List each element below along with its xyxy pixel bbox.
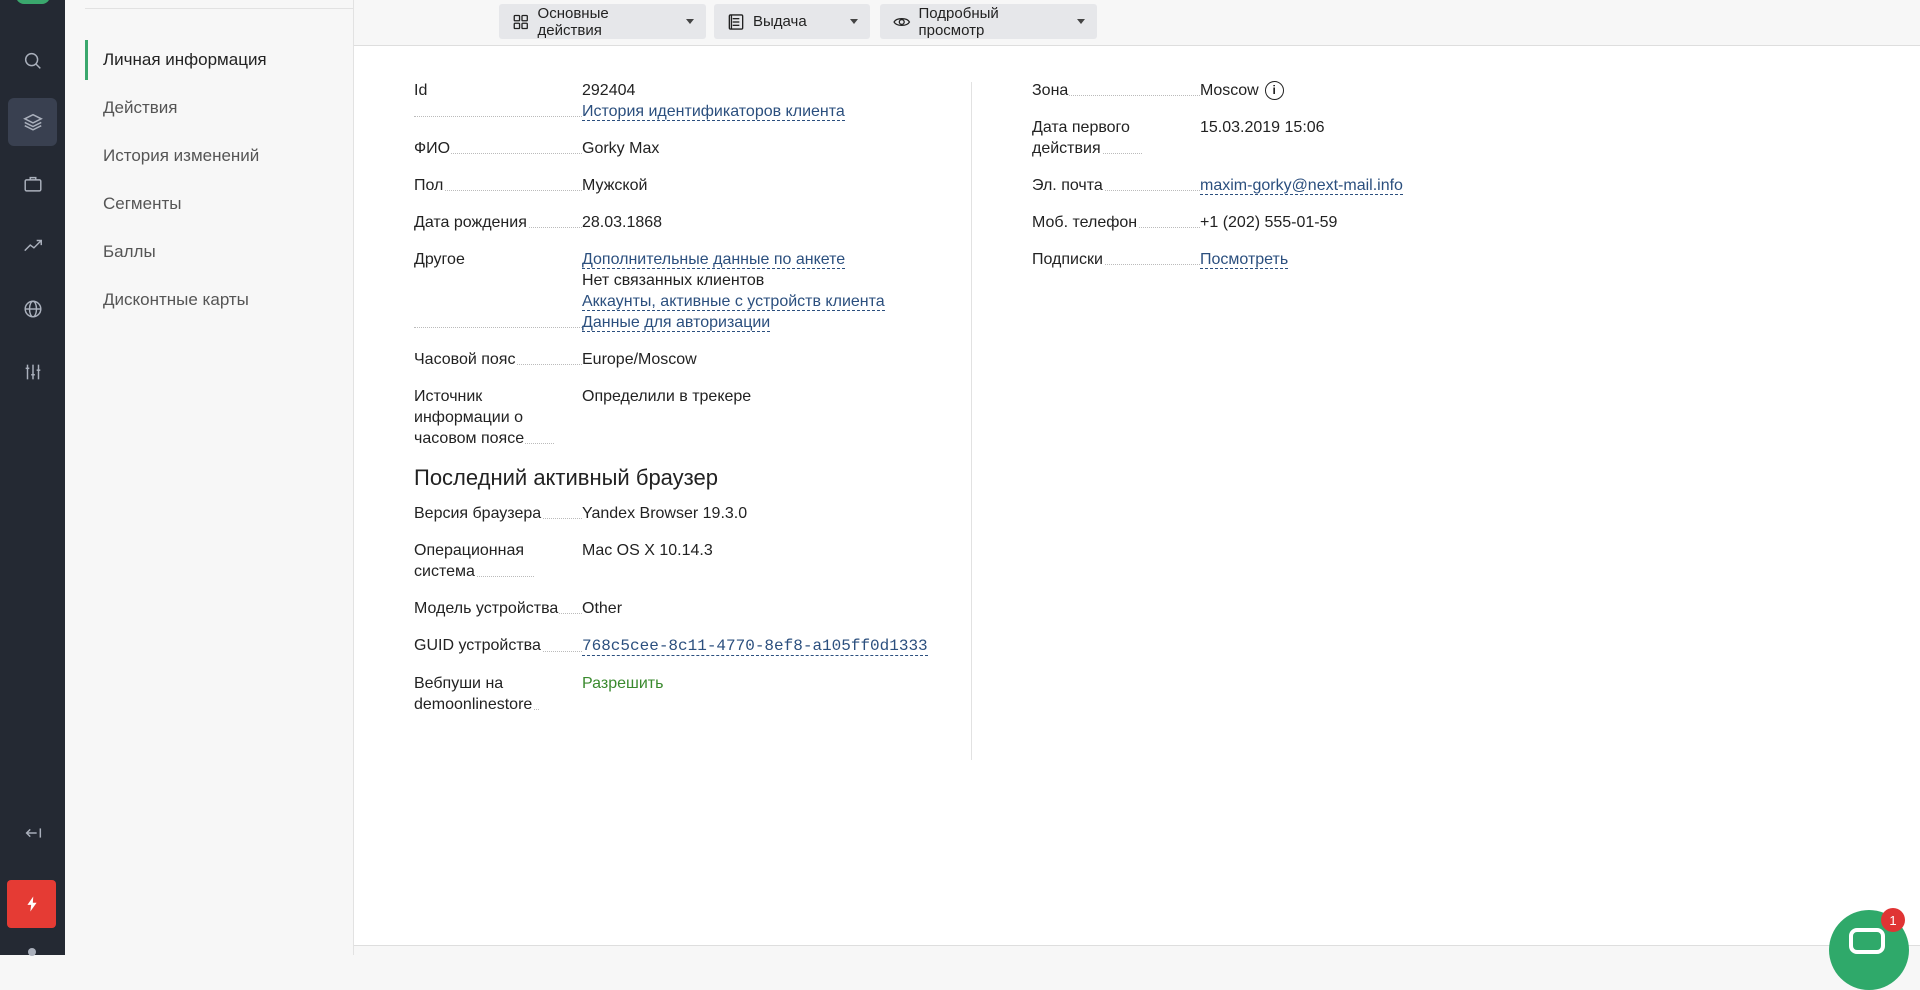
field-label: Эл. почта (1032, 177, 1104, 194)
briefcase-icon[interactable] (8, 160, 57, 208)
field-subscriptions: Подписки Посмотреть (1032, 249, 1532, 270)
trend-chart-icon[interactable] (8, 222, 57, 270)
field-timezone-source: Источник информации о часовом поясе Опре… (414, 386, 944, 449)
field-value: Gorky Max (582, 140, 660, 157)
right-column: Зона Moscow i Дата первого действия 15.03… (1032, 80, 1532, 286)
field-device-model: Модель устройства Other (414, 598, 944, 619)
field-label: Другое (414, 251, 466, 268)
left-column: Id 292404 История идентификаторов клиент… (414, 80, 944, 731)
field-label: Операционная система (414, 542, 525, 580)
field-webpush: Вебпуши на demoonlinestore Разрешить (414, 673, 944, 715)
field-label: Версия браузера (414, 505, 543, 522)
globe-icon[interactable] (8, 285, 57, 333)
field-zone: Зона Moscow i (1032, 80, 1532, 101)
field-label: ФИО (414, 140, 452, 157)
chat-widget-button[interactable]: 1 (1829, 908, 1909, 990)
app-rail (0, 0, 65, 956)
field-first-action-date: Дата первого действия 15.03.2019 15:06 (1032, 117, 1532, 159)
chat-icon (1849, 928, 1885, 954)
field-value: Moscow (1200, 82, 1259, 99)
auth-data-link[interactable]: Данные для авторизации (582, 314, 771, 332)
divider (354, 945, 1920, 946)
field-value: 15.03.2019 15:06 (1200, 119, 1325, 136)
nav-item-personal-info[interactable]: Личная информация (85, 40, 345, 80)
field-value: 28.03.1868 (582, 214, 663, 231)
nav-item-discount-cards[interactable]: Дисконтные карты (85, 280, 345, 320)
field-device-guid: GUID устройства 768c5cee-8c11-4770-8ef8-… (414, 635, 944, 657)
field-id: Id 292404 История идентификаторов клиент… (414, 80, 944, 122)
field-sex: Пол Мужской (414, 175, 944, 196)
field-label: Пол (414, 177, 445, 194)
field-label: GUID устройства (414, 637, 542, 654)
sliders-icon[interactable] (8, 348, 57, 396)
field-email: Эл. почта maxim-gorky@next-mail.info (1032, 175, 1532, 196)
field-label: Дата рождения (414, 214, 528, 231)
chevron-down-icon (686, 19, 694, 24)
field-value: Yandex Browser 19.3.0 (582, 505, 748, 522)
allow-webpush-link[interactable]: Разрешить (582, 675, 663, 692)
list-document-icon (728, 13, 744, 30)
browser-section-title: Последний активный браузер (414, 465, 718, 490)
chevron-down-icon (1077, 19, 1085, 24)
chevron-down-icon (850, 19, 858, 24)
field-label: Модель устройства (414, 600, 560, 617)
app-logo[interactable] (16, 0, 50, 4)
field-label: Вебпуши на demoonlinestore (414, 675, 534, 713)
search-icon[interactable] (8, 37, 57, 85)
field-label: Часовой пояс (414, 351, 517, 368)
field-value: 292404 (582, 82, 636, 99)
output-label: Выдача (753, 13, 807, 30)
detailed-view-button[interactable]: Подробный просмотр (880, 4, 1097, 39)
collapse-sidebar-icon[interactable] (8, 809, 57, 857)
field-phone: Моб. телефон +1 (202) 555-01-59 (1032, 212, 1532, 233)
field-value: Other (582, 600, 623, 617)
field-birth-date: Дата рождения 28.03.1868 (414, 212, 944, 233)
field-label: Id (414, 82, 429, 99)
device-accounts-link[interactable]: Аккаунты, активные с устройств клиента (582, 293, 885, 311)
field-os: Операционная система Mac OS X 10.14.3 (414, 540, 944, 582)
field-label: Источник информации о часовом поясе (414, 388, 526, 447)
field-label: Зона (1032, 82, 1070, 99)
field-label: Моб. телефон (1032, 214, 1139, 231)
field-label: Подписки (1032, 251, 1104, 268)
divider (85, 8, 353, 9)
field-value: Mac OS X 10.14.3 (582, 542, 713, 559)
email-link[interactable]: maxim-gorky@next-mail.info (1200, 177, 1403, 195)
main-actions-button[interactable]: Основные действия (499, 4, 706, 39)
nav-item-actions[interactable]: Действия (85, 88, 345, 128)
nav-item-points[interactable]: Баллы (85, 232, 345, 272)
view-subscriptions-link[interactable]: Посмотреть (1200, 251, 1289, 269)
field-other: Другое Дополнительные данные по анкете Н… (414, 249, 944, 333)
field-value: Europe/Moscow (582, 351, 697, 368)
field-value: Определили в трекере (582, 388, 752, 405)
unread-badge: 1 (1881, 908, 1905, 932)
no-linked-clients-text: Нет связанных клиентов (582, 272, 765, 289)
output-button[interactable]: Выдача (714, 4, 870, 39)
extra-data-link[interactable]: Дополнительные данные по анкете (582, 251, 846, 269)
section-nav: Личная информация Действия История измен… (65, 0, 354, 955)
id-history-link[interactable]: История идентификаторов клиента (582, 103, 845, 121)
toolbar: Основные действия Выдача Подробный просм… (354, 0, 1920, 46)
field-browser-version: Версия браузера Yandex Browser 19.3.0 (414, 503, 944, 524)
field-value: +1 (202) 555-01-59 (1200, 214, 1338, 231)
field-value: Мужской (582, 177, 648, 194)
field-label: Дата первого действия (1032, 119, 1130, 157)
lightning-icon[interactable] (7, 880, 56, 928)
eye-icon (893, 17, 911, 26)
nav-item-change-history[interactable]: История изменений (85, 136, 345, 176)
info-icon[interactable]: i (1264, 81, 1284, 101)
device-guid-link[interactable]: 768c5cee-8c11-4770-8ef8-a105ff0d1333 (582, 637, 928, 656)
column-divider (971, 82, 972, 760)
grid-icon (513, 14, 528, 29)
nav-item-segments[interactable]: Сегменты (85, 184, 345, 224)
field-name: ФИО Gorky Max (414, 138, 944, 159)
field-timezone: Часовой пояс Europe/Moscow (414, 349, 944, 370)
main-actions-label: Основные действия (537, 4, 609, 39)
detailed-view-label: Подробный просмотр (918, 4, 999, 39)
client-details: Id 292404 История идентификаторов клиент… (354, 46, 1920, 946)
layers-icon[interactable] (8, 98, 57, 146)
